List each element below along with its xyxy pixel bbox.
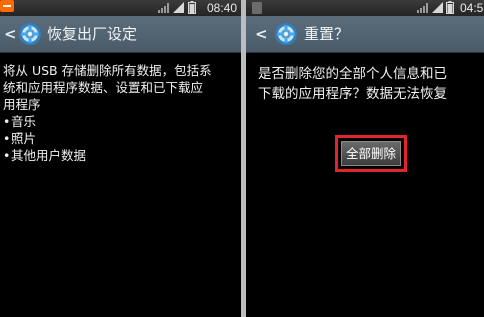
factory-reset-screen: 08:40 < 恢复出厂设定 将从 USB 存储删除所有数据，包括系 统和应用程… xyxy=(0,0,241,317)
back-arrow-icon[interactable]: < xyxy=(4,16,17,52)
cell-signal-icon xyxy=(432,2,443,13)
notification-badge-icon xyxy=(0,0,14,12)
page-title: 恢复出厂设定 xyxy=(47,25,138,43)
battery-icon xyxy=(446,1,454,14)
description-line: 将从 USB 存储删除所有数据，包括系 xyxy=(3,63,212,78)
wifi-signal-icon xyxy=(158,3,169,13)
delete-all-button[interactable]: 全部删除 xyxy=(341,141,401,166)
description-line: 用程序 xyxy=(3,97,41,112)
action-bar: < 重置？ xyxy=(246,16,484,53)
reset-description: 将从 USB 存储删除所有数据，包括系 统和应用程序数据、设置和已下载应 用程序… xyxy=(3,62,237,164)
action-bar: < 恢复出厂设定 xyxy=(0,16,241,53)
gear-icon xyxy=(19,23,41,45)
message-line: 是否删除您的全部个人信息和已 xyxy=(258,66,447,82)
battery-icon xyxy=(188,1,196,14)
back-arrow-icon[interactable]: < xyxy=(255,16,268,52)
reset-confirm-screen: 04:58 < 重置？ 是否删除您的全部个人信息和已 下载的应用程序？数据无法恢… xyxy=(246,0,484,317)
page-title: 重置？ xyxy=(304,25,350,43)
list-item: 照片 xyxy=(3,130,237,147)
status-bar: 08:40 xyxy=(0,0,241,16)
sd-card-icon xyxy=(252,2,262,14)
list-item: 音乐 xyxy=(3,113,237,130)
highlight-box: 全部删除 xyxy=(335,135,407,172)
cell-signal-icon xyxy=(173,2,184,13)
status-bar: 04:58 xyxy=(246,0,484,16)
clock: 04:58 xyxy=(459,1,484,15)
clock: 08:40 xyxy=(206,1,237,15)
screenshot-composite: 08:40 < 恢复出厂设定 将从 USB 存储删除所有数据，包括系 统和应用程… xyxy=(0,0,484,317)
confirm-message: 是否删除您的全部个人信息和已 下载的应用程序？数据无法恢复 xyxy=(258,64,484,104)
description-line: 统和应用程序数据、设置和已下载应 xyxy=(3,80,204,95)
data-types-list: 音乐 照片 其他用户数据 xyxy=(3,113,237,164)
list-item: 其他用户数据 xyxy=(3,147,237,164)
message-line: 下载的应用程序？数据无法恢复 xyxy=(258,86,447,102)
gear-icon xyxy=(275,23,297,45)
wifi-signal-icon xyxy=(417,3,428,13)
